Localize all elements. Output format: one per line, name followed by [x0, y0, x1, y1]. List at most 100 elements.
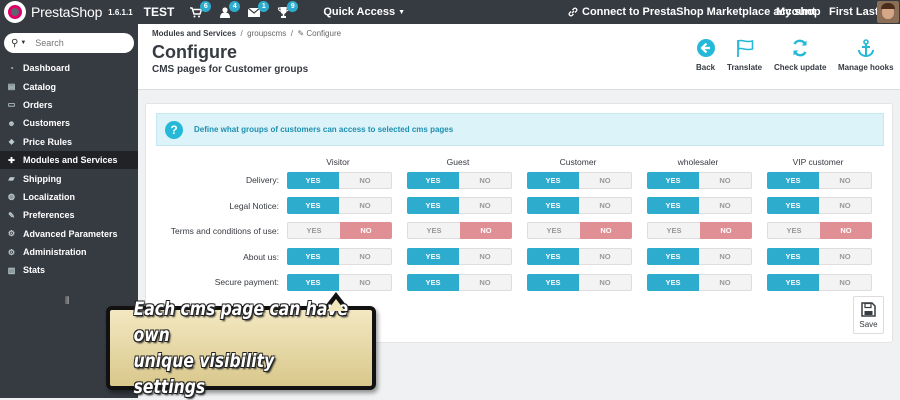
- sidebar-item-administration[interactable]: ⚙ Administration: [0, 243, 138, 261]
- sidebar-item-localization[interactable]: ◍ Localization: [0, 188, 138, 206]
- translate-button[interactable]: Translate: [727, 38, 762, 72]
- toggle-no-option[interactable]: NO: [820, 222, 872, 239]
- visibility-toggle[interactable]: YES NO: [407, 172, 512, 189]
- visibility-toggle[interactable]: YES NO: [527, 248, 632, 265]
- visibility-toggle[interactable]: YES NO: [767, 274, 872, 291]
- toggle-no-option[interactable]: NO: [699, 172, 752, 189]
- toggle-no-option[interactable]: NO: [580, 222, 632, 239]
- customers-notification[interactable]: 4: [217, 1, 241, 20]
- visibility-toggle[interactable]: YES NO: [527, 222, 632, 239]
- toggle-yes-option[interactable]: YES: [647, 274, 699, 291]
- toggle-yes-option[interactable]: YES: [407, 248, 459, 265]
- toggle-yes-option[interactable]: YES: [647, 248, 699, 265]
- search-box[interactable]: ⚲ ▼: [4, 33, 134, 53]
- toggle-yes-option[interactable]: YES: [767, 248, 819, 265]
- caret-down-icon[interactable]: ▼: [20, 40, 26, 46]
- toggle-no-option[interactable]: NO: [579, 172, 632, 189]
- toggle-no-option[interactable]: NO: [819, 274, 872, 291]
- visibility-toggle[interactable]: YES NO: [647, 222, 752, 239]
- visibility-toggle[interactable]: YES NO: [527, 172, 632, 189]
- prestashop-logo[interactable]: [4, 1, 26, 23]
- save-button[interactable]: Save: [853, 296, 884, 334]
- sidebar-item-dashboard[interactable]: ◔ Dashboard: [0, 59, 138, 77]
- visibility-toggle[interactable]: YES NO: [287, 172, 392, 189]
- breadcrumb-module[interactable]: groupscms: [247, 29, 286, 38]
- breadcrumb-root[interactable]: Modules and Services: [152, 29, 236, 38]
- toggle-no-option[interactable]: NO: [339, 172, 392, 189]
- toggle-yes-option[interactable]: YES: [647, 197, 699, 214]
- messages-notification[interactable]: 1: [246, 1, 270, 20]
- toggle-no-option[interactable]: NO: [700, 222, 752, 239]
- toggle-yes-option[interactable]: YES: [407, 222, 460, 239]
- toggle-yes-option[interactable]: YES: [287, 274, 339, 291]
- check-update-button[interactable]: Check update: [774, 38, 826, 72]
- visibility-toggle[interactable]: YES NO: [527, 274, 632, 291]
- toggle-yes-option[interactable]: YES: [527, 248, 579, 265]
- visibility-toggle[interactable]: YES NO: [647, 274, 752, 291]
- quick-access-menu[interactable]: Quick Access ▼: [323, 6, 405, 18]
- toggle-yes-option[interactable]: YES: [287, 222, 340, 239]
- toggle-no-option[interactable]: NO: [459, 197, 512, 214]
- toggle-no-option[interactable]: NO: [340, 222, 392, 239]
- toggle-no-option[interactable]: NO: [699, 197, 752, 214]
- sidebar-item-price-rules[interactable]: ⬥ Price Rules: [0, 133, 138, 151]
- shop-name[interactable]: TEST: [144, 5, 175, 19]
- toggle-no-option[interactable]: NO: [459, 274, 512, 291]
- toggle-yes-option[interactable]: YES: [647, 222, 700, 239]
- visibility-toggle[interactable]: YES NO: [527, 197, 632, 214]
- visibility-toggle[interactable]: YES NO: [407, 222, 512, 239]
- sidebar-item-shipping[interactable]: ▰ Shipping: [0, 169, 138, 187]
- toggle-yes-option[interactable]: YES: [407, 274, 459, 291]
- visibility-toggle[interactable]: YES NO: [647, 197, 752, 214]
- visibility-toggle[interactable]: YES NO: [767, 248, 872, 265]
- visibility-toggle[interactable]: YES NO: [287, 197, 392, 214]
- toggle-no-option[interactable]: NO: [819, 248, 872, 265]
- avatar[interactable]: [877, 1, 899, 23]
- toggle-yes-option[interactable]: YES: [407, 197, 459, 214]
- sidebar-item-customers[interactable]: ☻ Customers: [0, 114, 138, 132]
- my-shop-link[interactable]: My shop: [776, 6, 821, 18]
- visibility-toggle[interactable]: YES NO: [767, 172, 872, 189]
- toggle-yes-option[interactable]: YES: [767, 274, 819, 291]
- toggle-no-option[interactable]: NO: [579, 197, 632, 214]
- back-button[interactable]: Back: [696, 38, 715, 72]
- toggle-yes-option[interactable]: YES: [647, 172, 699, 189]
- toggle-no-option[interactable]: NO: [819, 197, 872, 214]
- toggle-no-option[interactable]: NO: [339, 248, 392, 265]
- toggle-no-option[interactable]: NO: [699, 274, 752, 291]
- toggle-no-option[interactable]: NO: [460, 222, 512, 239]
- visibility-toggle[interactable]: YES NO: [767, 197, 872, 214]
- visibility-toggle[interactable]: YES NO: [287, 248, 392, 265]
- cart-notification[interactable]: 6: [188, 1, 212, 20]
- visibility-toggle[interactable]: YES NO: [407, 197, 512, 214]
- toggle-yes-option[interactable]: YES: [527, 172, 579, 189]
- toggle-no-option[interactable]: NO: [699, 248, 752, 265]
- visibility-toggle[interactable]: YES NO: [407, 248, 512, 265]
- visibility-toggle[interactable]: YES NO: [287, 274, 392, 291]
- toggle-yes-option[interactable]: YES: [767, 197, 819, 214]
- visibility-toggle[interactable]: YES NO: [647, 248, 752, 265]
- visibility-toggle[interactable]: YES NO: [407, 274, 512, 291]
- toggle-yes-option[interactable]: YES: [287, 248, 339, 265]
- search-input[interactable]: [35, 38, 116, 48]
- toggle-no-option[interactable]: NO: [819, 172, 872, 189]
- toggle-no-option[interactable]: NO: [459, 248, 512, 265]
- collapse-sidebar-icon[interactable]: ⦀: [65, 296, 69, 307]
- sidebar-item-advanced-parameters[interactable]: ⚙ Advanced Parameters: [0, 225, 138, 243]
- toggle-yes-option[interactable]: YES: [407, 172, 459, 189]
- toggle-yes-option[interactable]: YES: [287, 172, 339, 189]
- toggle-no-option[interactable]: NO: [339, 197, 392, 214]
- toggle-yes-option[interactable]: YES: [527, 274, 579, 291]
- toggle-yes-option[interactable]: YES: [527, 197, 579, 214]
- toggle-no-option[interactable]: NO: [579, 248, 632, 265]
- sidebar-item-catalog[interactable]: ▤ Catalog: [0, 77, 138, 95]
- toggle-no-option[interactable]: NO: [579, 274, 632, 291]
- sidebar-item-stats[interactable]: ▥ Stats: [0, 261, 138, 279]
- toggle-no-option[interactable]: NO: [339, 274, 392, 291]
- visibility-toggle[interactable]: YES NO: [767, 222, 872, 239]
- sidebar-item-orders[interactable]: ▭ Orders: [0, 96, 138, 114]
- toggle-yes-option[interactable]: YES: [287, 197, 339, 214]
- sidebar-item-preferences[interactable]: ✎ Preferences: [0, 206, 138, 224]
- sidebar-item-modules[interactable]: ✚ Modules and Services: [0, 150, 138, 170]
- visibility-toggle[interactable]: YES NO: [647, 172, 752, 189]
